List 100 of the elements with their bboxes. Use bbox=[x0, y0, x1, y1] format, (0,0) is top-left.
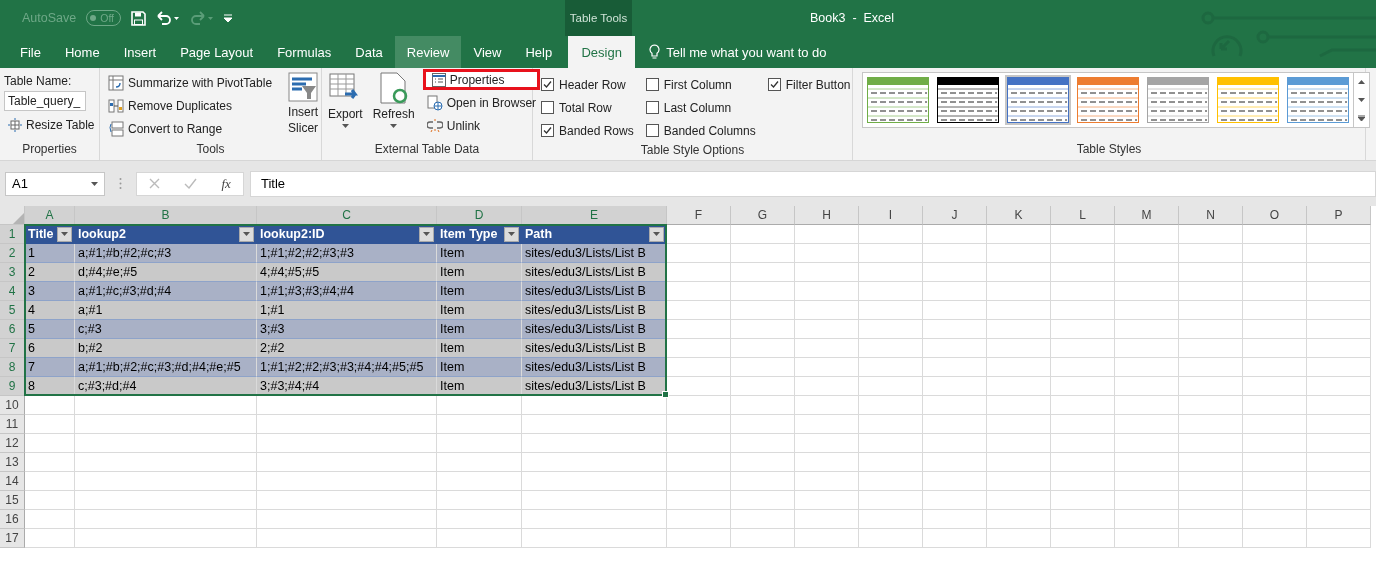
grid-cell[interactable] bbox=[257, 453, 437, 472]
grid-cell[interactable] bbox=[731, 415, 795, 434]
grid-cell[interactable] bbox=[859, 225, 923, 244]
grid-cell[interactable] bbox=[731, 510, 795, 529]
grid-cell[interactable] bbox=[522, 491, 667, 510]
grid-cell[interactable] bbox=[923, 358, 987, 377]
grid-cell[interactable] bbox=[522, 396, 667, 415]
grid-cell[interactable] bbox=[859, 415, 923, 434]
table-style-swatch[interactable] bbox=[865, 75, 931, 125]
insert-slicer-button[interactable]: Insert Slicer bbox=[286, 72, 321, 142]
grid-cell[interactable] bbox=[1115, 263, 1179, 282]
grid-cell[interactable] bbox=[731, 263, 795, 282]
grid-cell[interactable] bbox=[987, 320, 1051, 339]
grid-cell[interactable] bbox=[75, 396, 257, 415]
table-style-swatch[interactable] bbox=[1285, 75, 1351, 125]
grid-cell[interactable] bbox=[731, 377, 795, 396]
ribbon-tab[interactable]: Home bbox=[52, 36, 112, 68]
undo-icon[interactable] bbox=[156, 11, 181, 25]
grid-cell[interactable] bbox=[1051, 472, 1115, 491]
grid-cell[interactable] bbox=[667, 434, 731, 453]
ribbon-button[interactable]: Remove Duplicates bbox=[104, 95, 277, 116]
scroll-up-button[interactable] bbox=[1354, 73, 1369, 91]
column-header[interactable]: J bbox=[923, 206, 987, 225]
row-header[interactable]: 16 bbox=[0, 510, 25, 529]
grid-cell[interactable] bbox=[731, 301, 795, 320]
grid-cell[interactable] bbox=[987, 415, 1051, 434]
grid-cell[interactable] bbox=[257, 510, 437, 529]
grid-cell[interactable] bbox=[1307, 415, 1371, 434]
column-header[interactable]: F bbox=[667, 206, 731, 225]
ribbon-button[interactable]: Properties bbox=[422, 69, 541, 90]
cancel-icon[interactable] bbox=[149, 178, 161, 189]
grid-cell[interactable] bbox=[75, 472, 257, 491]
grid-cell[interactable] bbox=[667, 529, 731, 548]
grid-cell[interactable] bbox=[667, 225, 731, 244]
grid-cell[interactable] bbox=[1051, 301, 1115, 320]
table-style-swatch[interactable] bbox=[1005, 75, 1071, 125]
grid-cell[interactable] bbox=[1179, 358, 1243, 377]
grid-cell[interactable] bbox=[859, 529, 923, 548]
row-header[interactable]: 10 bbox=[0, 396, 25, 415]
grid-cell[interactable] bbox=[1051, 377, 1115, 396]
ribbon-button[interactable]: Summarize with PivotTable bbox=[104, 72, 277, 93]
grid-cell[interactable] bbox=[1115, 396, 1179, 415]
grid-cell[interactable] bbox=[859, 377, 923, 396]
grid-cell[interactable] bbox=[257, 434, 437, 453]
grid-cell[interactable] bbox=[987, 453, 1051, 472]
row-header[interactable]: 7 bbox=[0, 339, 25, 358]
grid-cell[interactable] bbox=[1115, 339, 1179, 358]
grid-cell[interactable] bbox=[1307, 434, 1371, 453]
grid-cell[interactable] bbox=[1307, 529, 1371, 548]
grid-cell[interactable] bbox=[1243, 377, 1307, 396]
row-header[interactable]: 15 bbox=[0, 491, 25, 510]
table-style-swatch[interactable] bbox=[1075, 75, 1141, 125]
grid-cell[interactable] bbox=[75, 453, 257, 472]
grid-cell[interactable] bbox=[1307, 491, 1371, 510]
ribbon-tab[interactable]: File bbox=[8, 36, 53, 68]
grid-cell[interactable] bbox=[795, 301, 859, 320]
grid-cell[interactable] bbox=[25, 453, 75, 472]
grid-cell[interactable] bbox=[437, 396, 522, 415]
grid-cell[interactable] bbox=[25, 472, 75, 491]
grid-cell[interactable] bbox=[1243, 358, 1307, 377]
grid-cell[interactable] bbox=[1051, 282, 1115, 301]
grid-cell[interactable] bbox=[437, 529, 522, 548]
grid-cell[interactable] bbox=[987, 510, 1051, 529]
grid-cell[interactable] bbox=[437, 510, 522, 529]
grid-cell[interactable] bbox=[923, 320, 987, 339]
grid-cell[interactable] bbox=[1307, 377, 1371, 396]
grid-cell[interactable] bbox=[1115, 453, 1179, 472]
grid-cell[interactable] bbox=[923, 377, 987, 396]
grid-cell[interactable] bbox=[25, 415, 75, 434]
row-header[interactable]: 14 bbox=[0, 472, 25, 491]
grid-cell[interactable] bbox=[25, 529, 75, 548]
grid-cell[interactable] bbox=[1243, 339, 1307, 358]
grid-cell[interactable] bbox=[923, 225, 987, 244]
grid-cell[interactable] bbox=[257, 396, 437, 415]
insert-function-button[interactable]: fx bbox=[221, 175, 231, 192]
grid-cell[interactable] bbox=[1051, 510, 1115, 529]
grid-cell[interactable] bbox=[859, 358, 923, 377]
grid-cell[interactable] bbox=[923, 415, 987, 434]
grid-cell[interactable] bbox=[1243, 396, 1307, 415]
grid-cell[interactable] bbox=[1115, 510, 1179, 529]
grid-cell[interactable] bbox=[1243, 529, 1307, 548]
grid-cell[interactable] bbox=[522, 472, 667, 491]
grid-cell[interactable] bbox=[1115, 358, 1179, 377]
grid-cell[interactable] bbox=[731, 244, 795, 263]
grid-cell[interactable] bbox=[75, 491, 257, 510]
grid-cell[interactable] bbox=[987, 472, 1051, 491]
grid-cell[interactable] bbox=[731, 453, 795, 472]
checkbox-option[interactable]: Header Row bbox=[541, 74, 634, 95]
grid-cell[interactable] bbox=[731, 282, 795, 301]
grid-cell[interactable] bbox=[795, 434, 859, 453]
grid-cell[interactable] bbox=[522, 434, 667, 453]
grid-cell[interactable] bbox=[1179, 339, 1243, 358]
column-header[interactable]: O bbox=[1243, 206, 1307, 225]
grid-cell[interactable] bbox=[1051, 244, 1115, 263]
grid-cell[interactable] bbox=[1051, 358, 1115, 377]
grid-cell[interactable] bbox=[1051, 434, 1115, 453]
grid-cell[interactable] bbox=[859, 282, 923, 301]
grid-cell[interactable] bbox=[667, 263, 731, 282]
grid-cell[interactable] bbox=[437, 434, 522, 453]
grid-cell[interactable] bbox=[257, 472, 437, 491]
